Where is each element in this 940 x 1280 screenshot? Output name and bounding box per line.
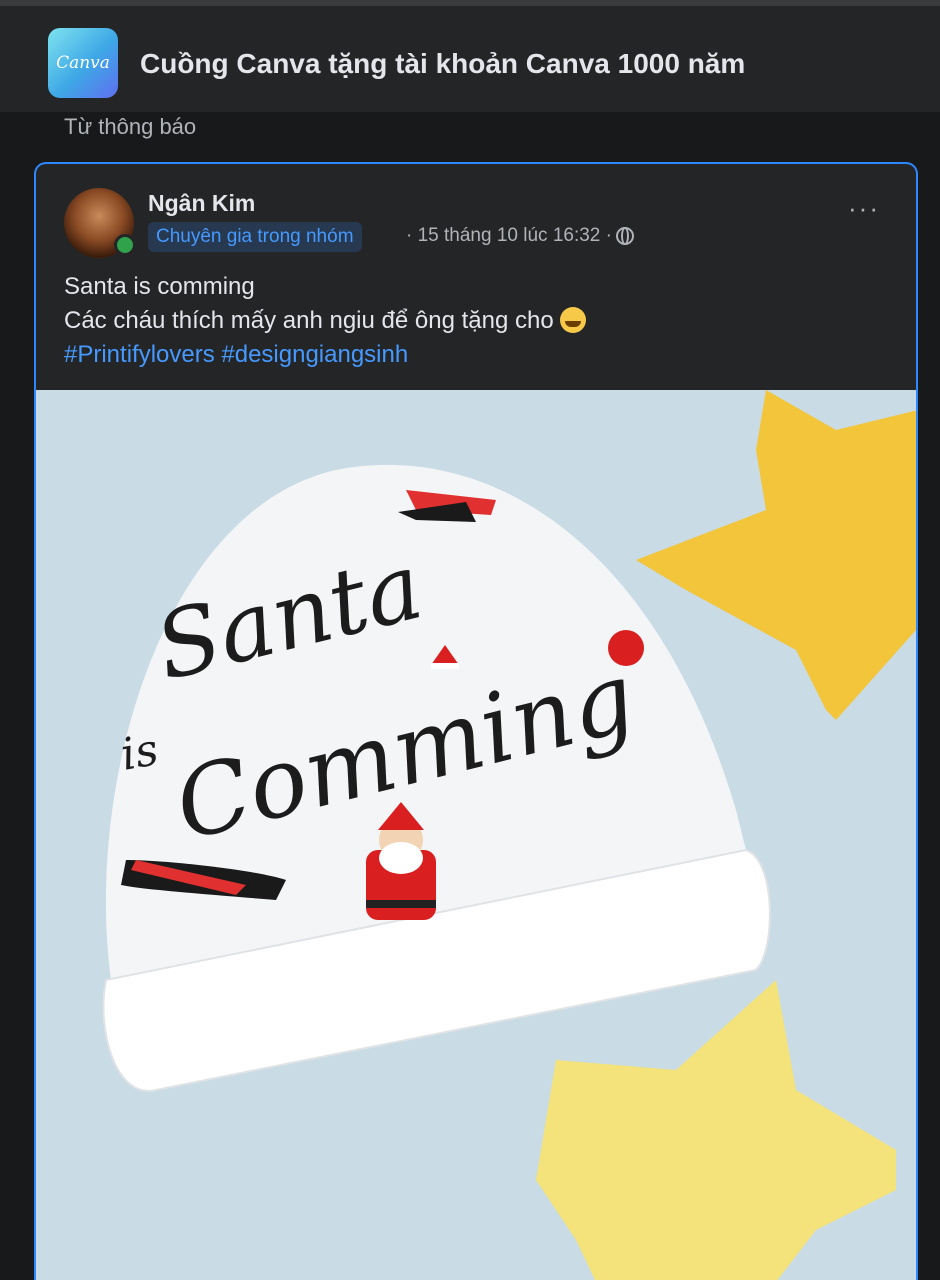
beanie-scene-image: Santa is Comming: [36, 390, 916, 1280]
post-line-2: Các cháu thích mấy anh ngiu để ông tặng …: [64, 307, 554, 334]
post-timestamp[interactable]: · 15 tháng 10 lúc 16:32 ·: [406, 225, 612, 247]
post-text: Santa is comming Các cháu thích mấy anh …: [64, 270, 884, 372]
avatar[interactable]: [64, 188, 136, 258]
hashtags[interactable]: #Printifylovers #designgiangsinh: [64, 338, 884, 372]
from-notification-label: Từ thông báo: [64, 114, 197, 139]
group-logo-text: Canva: [56, 53, 110, 73]
post-line-2-wrap: Các cháu thích mấy anh ngiu để ông tặng …: [64, 304, 884, 338]
post-image[interactable]: Santa is Comming: [36, 390, 916, 1280]
expert-badge[interactable]: Chuyên gia trong nhóm: [148, 222, 362, 252]
grinning-emoji-icon: [560, 307, 587, 333]
globe-icon: [615, 227, 634, 245]
post-card: Ngân Kim Chuyên gia trong nhóm · 15 thán…: [34, 162, 918, 1280]
group-title[interactable]: Cuồng Canva tặng tài khoản Canva 1000 nă…: [140, 48, 745, 80]
canva-logo-icon[interactable]: Canva: [48, 28, 118, 98]
online-status-icon: [114, 234, 136, 256]
more-icon[interactable]: ···: [848, 195, 880, 221]
post-meta: · 15 tháng 10 lúc 16:32 ·: [406, 225, 634, 247]
post-author[interactable]: Ngân Kim: [148, 190, 255, 217]
group-header: Canva Cuồng Canva tặng tài khoản Canva 1…: [0, 0, 940, 112]
post-line-1: Santa is comming: [64, 273, 255, 300]
